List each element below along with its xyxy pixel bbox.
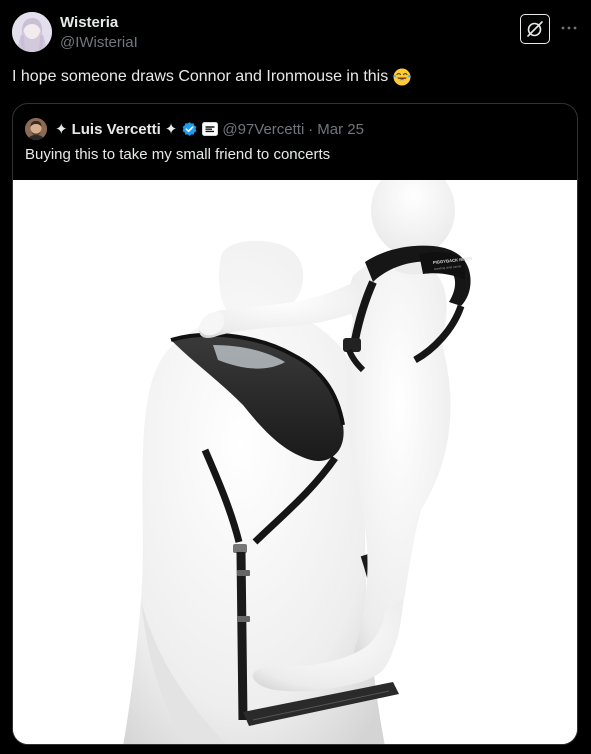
quoted-name-prefix: ✦ [55,121,68,138]
quoted-post-image[interactable]: PIGGYBACK RIDER standing child carrier [13,180,577,744]
quoted-post-text: Buying this to take my small friend to c… [25,146,331,163]
post-text: I hope someone draws Connor and Ironmous… [12,67,412,87]
quoted-author-handle[interactable]: @97Vercetti [222,121,304,138]
post: Wisteria @IWisteriaI I hope someone draw… [0,0,591,754]
verified-badge-icon [182,121,197,136]
quoted-author-avatar[interactable] [25,118,47,140]
author-name[interactable]: Wisteria [60,14,118,31]
meta-separator: · [308,120,314,138]
affiliate-badge-icon [202,122,219,136]
quoted-post[interactable]: ✦ Luis Vercetti ✦ @97Vercetti · Mar 25 B… [12,103,578,745]
quoted-post-date[interactable]: Mar 25 [317,121,364,138]
grok-button[interactable] [520,14,550,44]
author-handle[interactable]: @IWisteriaI [60,34,138,51]
post-text-content: I hope someone draws Connor and Ironmous… [12,68,389,85]
more-options-button[interactable] [558,17,580,39]
quoted-name-suffix: ✦ [164,121,178,138]
grok-icon [527,21,543,37]
piggyback-carrier-photo: PIGGYBACK RIDER standing child carrier [13,180,577,744]
quoted-author-name[interactable]: Luis Vercetti [72,121,161,138]
more-icon [561,26,577,30]
quoted-post-header: ✦ Luis Vercetti ✦ @97Vercetti · Mar 25 [25,118,364,140]
author-avatar[interactable] [12,12,52,52]
face-with-tears-of-joy-icon [393,68,412,86]
